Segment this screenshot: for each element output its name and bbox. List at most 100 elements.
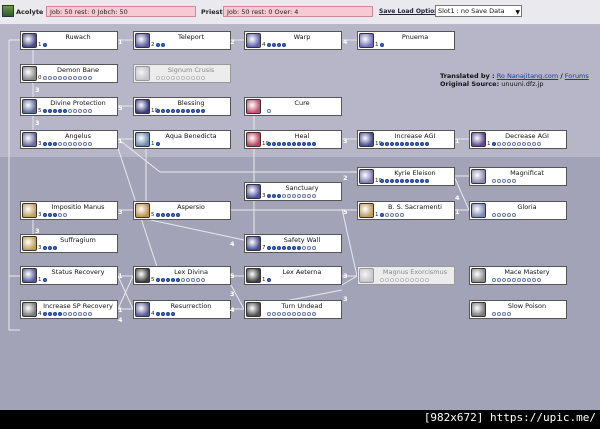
skill-sanctuary[interactable]: Sanctuary 3 xyxy=(244,182,342,201)
level-dot[interactable] xyxy=(161,213,165,217)
skill-level-dots[interactable] xyxy=(492,179,517,185)
skill-mace-mastery[interactable]: Mace Mastery xyxy=(469,266,567,285)
level-dot[interactable] xyxy=(171,76,175,80)
skill-level-dots[interactable] xyxy=(43,246,58,252)
skill-lex-aeterna[interactable]: Lex Aeterna 1 xyxy=(244,266,342,285)
level-dot[interactable] xyxy=(277,43,281,47)
level-dot[interactable] xyxy=(181,109,185,113)
level-dot[interactable] xyxy=(312,312,316,316)
level-dot[interactable] xyxy=(63,109,67,113)
level-dot[interactable] xyxy=(385,278,389,282)
level-dot[interactable] xyxy=(272,142,276,146)
level-dot[interactable] xyxy=(68,312,72,316)
level-dot[interactable] xyxy=(201,278,205,282)
level-dot[interactable] xyxy=(166,76,170,80)
level-dot[interactable] xyxy=(492,312,496,316)
level-dot[interactable] xyxy=(282,246,286,250)
level-dot[interactable] xyxy=(287,312,291,316)
level-dot[interactable] xyxy=(400,213,404,217)
level-dot[interactable] xyxy=(63,312,67,316)
level-dot[interactable] xyxy=(492,278,496,282)
level-dot[interactable] xyxy=(58,213,62,217)
level-dot[interactable] xyxy=(73,312,77,316)
level-dot[interactable] xyxy=(171,312,175,316)
level-dot[interactable] xyxy=(73,76,77,80)
skill-increase-sp-recovery[interactable]: Increase SP Recovery 4 xyxy=(20,300,118,319)
level-dot[interactable] xyxy=(502,213,506,217)
level-dot[interactable] xyxy=(186,76,190,80)
level-dot[interactable] xyxy=(267,142,271,146)
level-dot[interactable] xyxy=(297,142,301,146)
skill-divine-protection[interactable]: Divine Protection 5 xyxy=(20,97,118,116)
level-dot[interactable] xyxy=(517,142,521,146)
level-dot[interactable] xyxy=(507,278,511,282)
level-dot[interactable] xyxy=(156,213,160,217)
level-dot[interactable] xyxy=(492,213,496,217)
job2-points-field[interactable]: Job: 50 rest: 0 Over: 4 xyxy=(223,6,373,17)
level-dot[interactable] xyxy=(63,213,67,217)
skill-gloria[interactable]: Gloria xyxy=(469,201,567,220)
skill-warp[interactable]: Warp 4 xyxy=(244,31,342,50)
level-dot[interactable] xyxy=(73,142,77,146)
level-dot[interactable] xyxy=(302,142,306,146)
level-dot[interactable] xyxy=(78,312,82,316)
level-dot[interactable] xyxy=(171,278,175,282)
level-dot[interactable] xyxy=(400,278,404,282)
skill-level-dots[interactable] xyxy=(380,179,430,185)
level-dot[interactable] xyxy=(395,142,399,146)
level-dot[interactable] xyxy=(415,278,419,282)
level-dot[interactable] xyxy=(63,76,67,80)
level-dot[interactable] xyxy=(88,312,92,316)
skill-suffragium[interactable]: Suffragium 3 xyxy=(20,234,118,253)
level-dot[interactable] xyxy=(161,43,165,47)
level-dot[interactable] xyxy=(68,76,72,80)
level-dot[interactable] xyxy=(532,142,536,146)
level-dot[interactable] xyxy=(176,76,180,80)
level-dot[interactable] xyxy=(282,194,286,198)
level-dot[interactable] xyxy=(492,179,496,183)
level-dot[interactable] xyxy=(53,246,57,250)
level-dot[interactable] xyxy=(53,76,57,80)
level-dot[interactable] xyxy=(497,213,501,217)
level-dot[interactable] xyxy=(176,278,180,282)
skill-level-dots[interactable] xyxy=(43,312,93,318)
level-dot[interactable] xyxy=(405,278,409,282)
level-dot[interactable] xyxy=(420,142,424,146)
level-dot[interactable] xyxy=(267,43,271,47)
skill-level-dots[interactable] xyxy=(267,43,287,49)
level-dot[interactable] xyxy=(277,312,281,316)
skill-aspersio[interactable]: Aspersio 5 xyxy=(133,201,231,220)
level-dot[interactable] xyxy=(410,278,414,282)
level-dot[interactable] xyxy=(302,194,306,198)
level-dot[interactable] xyxy=(267,194,271,198)
skill-level-dots[interactable] xyxy=(43,278,48,284)
level-dot[interactable] xyxy=(277,246,281,250)
level-dot[interactable] xyxy=(53,142,57,146)
level-dot[interactable] xyxy=(380,142,384,146)
skill-level-dots[interactable] xyxy=(156,312,176,318)
skill-level-dots[interactable] xyxy=(492,213,517,219)
level-dot[interactable] xyxy=(282,312,286,316)
level-dot[interactable] xyxy=(405,142,409,146)
level-dot[interactable] xyxy=(420,179,424,183)
level-dot[interactable] xyxy=(527,278,531,282)
level-dot[interactable] xyxy=(527,142,531,146)
level-dot[interactable] xyxy=(507,312,511,316)
skill-level-dots[interactable] xyxy=(156,278,206,284)
level-dot[interactable] xyxy=(58,76,62,80)
level-dot[interactable] xyxy=(312,142,316,146)
level-dot[interactable] xyxy=(196,109,200,113)
level-dot[interactable] xyxy=(390,142,394,146)
level-dot[interactable] xyxy=(156,142,160,146)
skill-level-dots[interactable] xyxy=(492,278,542,284)
level-dot[interactable] xyxy=(297,246,301,250)
level-dot[interactable] xyxy=(43,142,47,146)
level-dot[interactable] xyxy=(53,109,57,113)
skill-pnuema[interactable]: Pnuema 1 xyxy=(357,31,455,50)
skill-level-dots[interactable] xyxy=(492,312,512,318)
level-dot[interactable] xyxy=(267,278,271,282)
level-dot[interactable] xyxy=(272,194,276,198)
level-dot[interactable] xyxy=(201,76,205,80)
skill-level-dots[interactable] xyxy=(380,142,430,148)
level-dot[interactable] xyxy=(48,142,52,146)
